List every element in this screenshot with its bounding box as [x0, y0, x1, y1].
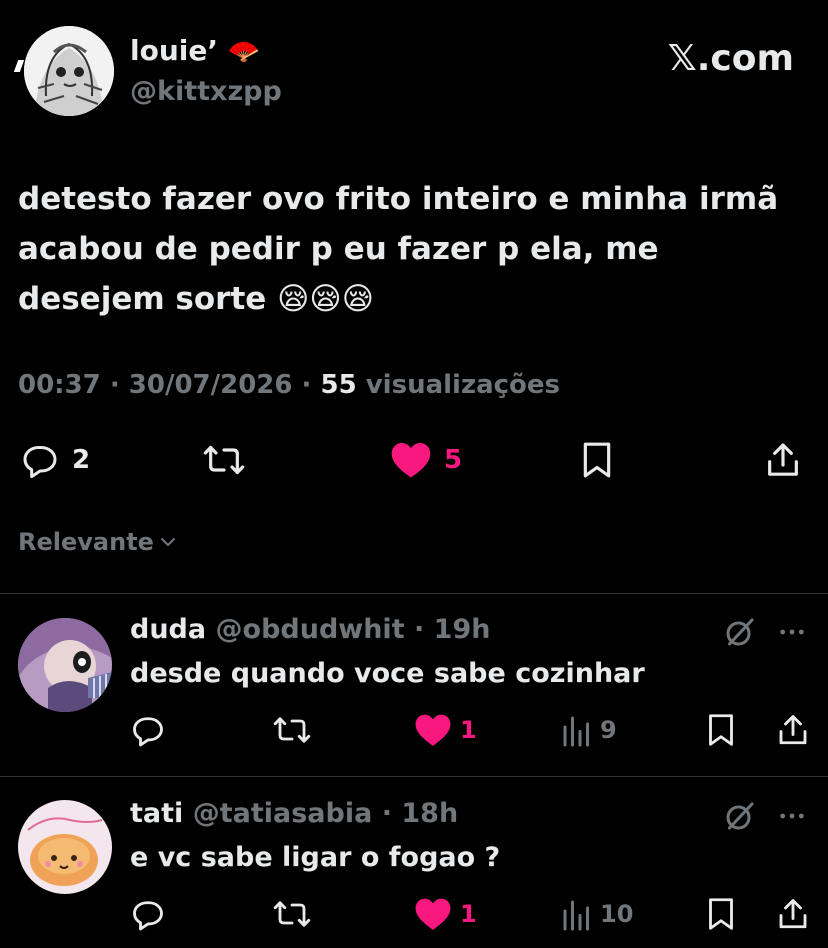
like-button[interactable]: 5 — [390, 440, 462, 480]
reply-header: duda @obdudwhit · 19h — [130, 614, 491, 645]
heart-icon — [415, 898, 451, 930]
reply-avatar[interactable] — [18, 800, 112, 894]
bookmark-button[interactable] — [578, 440, 616, 480]
reply-count: 2 — [72, 445, 91, 475]
reply-handle[interactable]: @tatiasabia — [193, 798, 373, 829]
retweet-icon — [203, 445, 245, 475]
reply-views-count: 9 — [600, 716, 617, 744]
bookmark-icon — [709, 898, 733, 930]
views-label: visualizações — [365, 370, 561, 400]
retweet-icon — [273, 717, 311, 743]
heart-icon — [391, 443, 431, 478]
x-logo: 𝕏.com — [667, 38, 794, 79]
reply-header: tati @tatiasabia · 18h — [130, 798, 459, 829]
reply-reply-button[interactable] — [130, 896, 166, 932]
retweet-icon — [273, 901, 311, 927]
reply-reply-button[interactable] — [130, 712, 166, 748]
avatar-edge — [13, 60, 25, 72]
reply-like-button[interactable]: 1 — [414, 896, 477, 932]
reply-age[interactable]: 18h — [401, 798, 458, 829]
bookmark-icon — [709, 714, 733, 746]
tweet-text: detesto fazer ovo frito inteiro e minha … — [18, 181, 779, 317]
reply-button[interactable]: 2 — [20, 440, 90, 480]
tweet-meta: 00:37 · 30/07/2026 · 55 visualizações — [18, 370, 561, 400]
reply-share-button[interactable] — [776, 712, 810, 748]
reply-icon — [133, 901, 163, 931]
reply-name[interactable]: tati — [130, 798, 183, 829]
tweet-time[interactable]: 00:37 — [18, 370, 101, 400]
more-button[interactable] — [776, 616, 808, 652]
reply-text: e vc sabe ligar o fogao ? — [130, 842, 501, 873]
reply-age[interactable]: 19h — [434, 614, 491, 645]
reply-icon — [23, 446, 57, 479]
reply-share-button[interactable] — [776, 896, 810, 932]
views-icon — [563, 716, 589, 747]
share-icon — [779, 899, 807, 929]
reply-views-button[interactable]: 10 — [562, 896, 633, 932]
views-icon — [563, 900, 589, 931]
grok-icon — [726, 618, 754, 646]
reply-avatar[interactable] — [18, 618, 112, 712]
reply-like-count: 1 — [460, 716, 477, 744]
reply-views-count: 10 — [600, 900, 634, 928]
chevron-down-icon — [160, 538, 175, 546]
share-icon — [768, 443, 798, 476]
views-count: 55 — [320, 370, 357, 400]
fan-emoji: 🪭 — [227, 37, 261, 67]
reply-bookmark-button[interactable] — [704, 896, 738, 932]
reply-bookmark-button[interactable] — [704, 712, 738, 748]
like-count: 5 — [444, 445, 463, 475]
grok-icon — [726, 802, 754, 830]
grok-button[interactable] — [722, 798, 758, 838]
reply-like-count: 1 — [460, 900, 477, 928]
avatar[interactable] — [24, 26, 114, 116]
reply-like-button[interactable]: 1 — [414, 712, 477, 748]
divider — [0, 593, 828, 594]
reply-handle[interactable]: @obdudwhit — [216, 614, 405, 645]
tweet-date[interactable]: 30/07/2026 — [129, 370, 293, 400]
author-handle[interactable]: @kittxzpp — [130, 76, 282, 107]
reply-icon — [133, 717, 163, 747]
grok-button[interactable] — [722, 614, 758, 654]
more-icon — [780, 813, 804, 819]
bookmark-icon — [583, 442, 611, 478]
share-button[interactable] — [764, 440, 802, 480]
more-icon — [780, 629, 804, 635]
heart-icon — [415, 714, 451, 746]
reply-name[interactable]: duda — [130, 614, 206, 645]
reply-retweet-button[interactable] — [272, 712, 312, 748]
author-name-text: louie’ — [130, 34, 218, 67]
sort-dropdown[interactable]: Relevante — [18, 528, 178, 556]
reply-text: desde quando voce sabe cozinhar — [130, 658, 645, 689]
share-icon — [779, 715, 807, 745]
reply-retweet-button[interactable] — [272, 896, 312, 932]
divider — [0, 776, 828, 777]
retweet-button[interactable] — [202, 440, 246, 480]
author-name[interactable]: louie’ 🪭 — [130, 34, 260, 67]
reply-views-button[interactable]: 9 — [562, 712, 617, 748]
sort-label: Relevante — [18, 528, 154, 556]
more-button[interactable] — [776, 800, 808, 836]
